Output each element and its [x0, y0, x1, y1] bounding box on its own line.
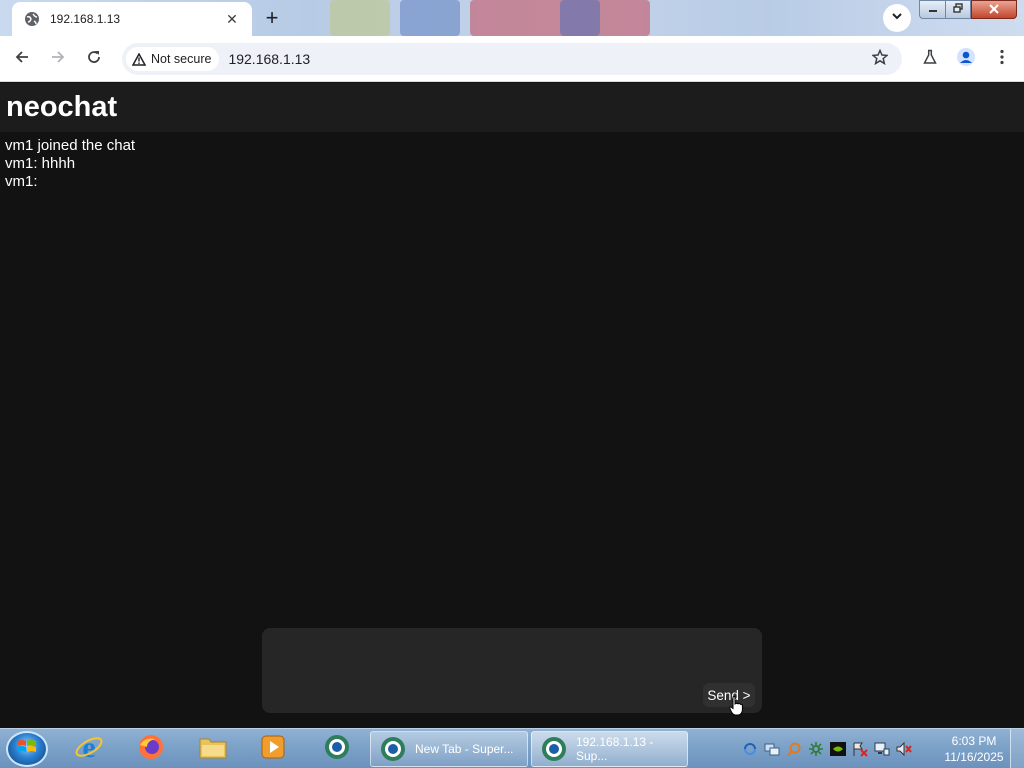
gear-icon[interactable]: [808, 741, 824, 757]
forward-button[interactable]: [44, 45, 72, 73]
show-desktop-button[interactable]: [1010, 729, 1024, 768]
browser-icon: [542, 737, 566, 761]
hand-cursor-icon: [729, 696, 743, 716]
svg-text:e: e: [82, 732, 95, 762]
windows-taskbar: e New Tab - Super... 192.168.1.13 - Sup.…: [0, 728, 1024, 768]
flag-alert-icon[interactable]: [852, 741, 868, 757]
tab-search-button[interactable]: [883, 4, 911, 32]
bookmark-button[interactable]: [866, 45, 894, 73]
warning-icon: [132, 52, 146, 66]
search-tray-icon[interactable]: [786, 741, 802, 757]
minimize-window-button[interactable]: [919, 0, 946, 19]
network-share-icon[interactable]: [764, 741, 780, 757]
message-input[interactable]: [270, 636, 700, 704]
minimize-icon: [928, 4, 938, 16]
forward-arrow-icon: [50, 49, 66, 70]
close-icon: [989, 2, 999, 17]
chevron-down-icon: [891, 9, 903, 27]
task-label: 192.168.1.13 - Sup...: [576, 735, 654, 763]
profile-button[interactable]: [952, 45, 980, 73]
task-label: New Tab - Super...: [415, 742, 514, 756]
star-icon: [871, 48, 889, 70]
back-button[interactable]: [8, 45, 36, 73]
chat-message: vm1:: [5, 173, 38, 190]
background-blur: [560, 0, 600, 36]
sync-icon[interactable]: [742, 741, 758, 757]
media-player-icon: [260, 734, 286, 765]
flask-icon: [922, 49, 938, 70]
browser-tab-strip: 192.168.1.13 ✕ +: [0, 0, 1024, 36]
folder-icon: [198, 734, 228, 765]
background-blur: [330, 0, 390, 36]
browser-tab[interactable]: 192.168.1.13 ✕: [12, 2, 252, 36]
clock-time: 6:03 PM: [951, 734, 997, 748]
chat-message: vm1: hhhh: [5, 155, 76, 172]
media-player-pin[interactable]: [248, 732, 298, 766]
nvidia-icon[interactable]: [830, 741, 846, 757]
browser-pin[interactable]: [312, 732, 362, 766]
chat-message: vm1 joined the chat: [5, 137, 136, 154]
browser-toolbar: Not secure 192.168.1.13: [0, 36, 1024, 82]
restore-icon: [953, 3, 963, 16]
app-title: neochat: [6, 91, 118, 123]
firefox-pin[interactable]: [126, 732, 176, 766]
start-button[interactable]: [6, 731, 48, 767]
system-tray: [742, 739, 912, 759]
system-clock[interactable]: 6:03 PM 11/16/2025: [938, 733, 1010, 765]
back-arrow-icon: [14, 49, 30, 70]
message-composer: Send >: [262, 628, 762, 713]
site-info-chip[interactable]: Not secure: [126, 47, 220, 71]
browser-icon: [323, 733, 351, 766]
firefox-icon: [137, 733, 165, 766]
restore-window-button[interactable]: [945, 0, 971, 19]
message-list: vm1 joined the chat vm1: hhhh vm1:: [0, 132, 1024, 196]
reload-button[interactable]: [80, 45, 108, 73]
browser-icon: [381, 737, 405, 761]
close-window-button[interactable]: [971, 0, 1017, 19]
url-text[interactable]: 192.168.1.13: [228, 51, 310, 67]
address-bar[interactable]: Not secure 192.168.1.13: [122, 43, 902, 75]
volume-muted-icon[interactable]: [896, 741, 912, 757]
close-tab-icon[interactable]: ✕: [222, 9, 242, 29]
kebab-menu-icon: [1000, 49, 1004, 70]
windows-logo-icon: [17, 738, 37, 761]
app-header: neochat: [0, 83, 1024, 132]
labs-button[interactable]: [916, 45, 944, 73]
reload-icon: [86, 49, 102, 70]
tab-title: 192.168.1.13: [50, 12, 121, 26]
taskbar-task[interactable]: 192.168.1.13 - Sup...: [531, 731, 688, 767]
clock-date: 11/16/2025: [944, 750, 1004, 764]
security-label: Not secure: [151, 52, 212, 66]
new-tab-button[interactable]: +: [258, 5, 286, 31]
internet-explorer-icon: e: [74, 731, 104, 767]
file-explorer-pin[interactable]: [188, 732, 238, 766]
taskbar-task[interactable]: New Tab - Super...: [370, 731, 528, 767]
chat-page: neochat vm1 joined the chat vm1: hhhh vm…: [0, 83, 1024, 728]
menu-button[interactable]: [988, 45, 1016, 73]
internet-explorer-pin[interactable]: e: [64, 731, 114, 767]
network-icon[interactable]: [874, 741, 890, 757]
globe-icon: [24, 11, 40, 27]
background-blur: [400, 0, 460, 36]
profile-icon: [956, 47, 976, 72]
